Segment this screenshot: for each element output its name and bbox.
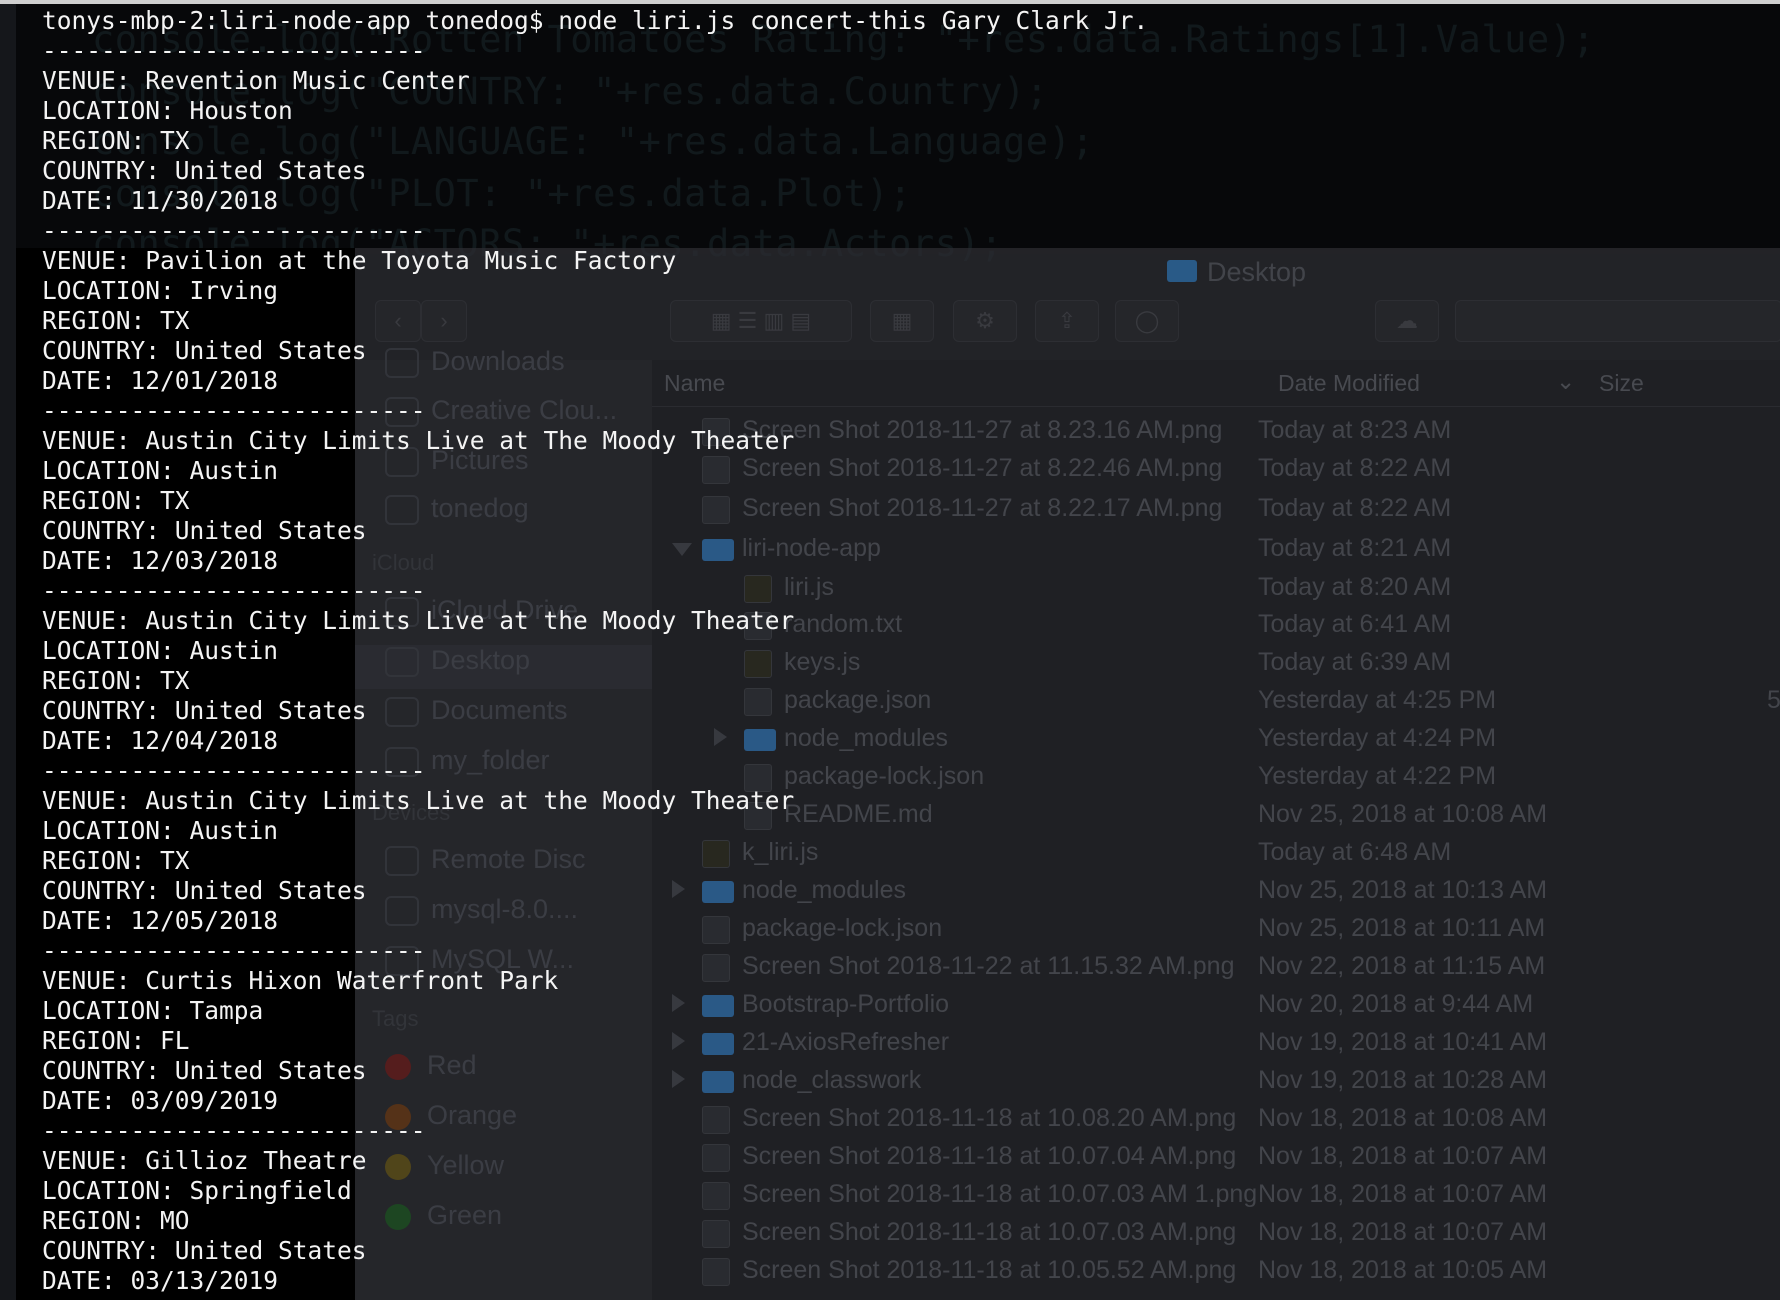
terminal-date-line: DATE: 12/01/2018 <box>42 366 279 395</box>
file-date-modified: Nov 25, 2018 at 10:11 AM <box>1258 914 1546 942</box>
terminal-location-line: LOCATION: Springfield <box>42 1176 352 1205</box>
terminal-venue-line: VENUE: Austin City Limits Live at the Mo… <box>42 786 795 815</box>
file-date-modified: Nov 20, 2018 at 9:44 AM <box>1258 990 1534 1018</box>
file-date-modified: Today at 6:39 AM <box>1258 648 1452 676</box>
file-date-modified: Nov 18, 2018 at 10:07 AM <box>1258 1218 1548 1246</box>
terminal-country-line: COUNTRY: United States <box>42 1236 367 1265</box>
file-date-modified: Nov 19, 2018 at 10:28 AM <box>1258 1066 1548 1094</box>
terminal-location-line: LOCATION: Austin <box>42 456 279 485</box>
terminal-region-line: REGION: TX <box>42 666 190 695</box>
search-field[interactable] <box>1455 300 1780 342</box>
file-date-modified: Nov 22, 2018 at 11:15 AM <box>1258 952 1546 980</box>
terminal-venue-line: VENUE: Revention Music Center <box>42 66 470 95</box>
terminal-separator: -------------------------- <box>42 576 426 605</box>
terminal-location-line: LOCATION: Tampa <box>42 996 264 1025</box>
file-date-modified: Nov 18, 2018 at 10:07 AM <box>1258 1142 1548 1170</box>
file-date-modified: Today at 8:20 AM <box>1258 573 1452 601</box>
file-date-modified: Today at 6:41 AM <box>1258 610 1452 638</box>
terminal-window[interactable]: tonys-mbp-2:liri-node-app tonedog$ node … <box>16 0 1148 1300</box>
terminal-region-line: REGION: TX <box>42 846 190 875</box>
file-date-modified: Yesterday at 4:25 PM <box>1258 686 1497 714</box>
terminal-region-line: REGION: TX <box>42 486 190 515</box>
cloud-icon[interactable]: ☁ <box>1375 300 1439 342</box>
terminal-venue-line: VENUE: Austin City Limits Live at The Mo… <box>42 426 795 455</box>
column-size[interactable]: Size <box>1599 370 1644 397</box>
terminal-venue-line: VENUE: Gillioz Theatre <box>42 1146 367 1175</box>
file-date-modified: Today at 8:21 AM <box>1258 534 1452 562</box>
file-date-modified: Nov 18, 2018 at 10:05 AM <box>1258 1256 1548 1284</box>
terminal-date-line: DATE: 12/05/2018 <box>42 906 279 935</box>
terminal-region-line: REGION: MO <box>42 1206 190 1235</box>
file-date-modified: Today at 8:22 AM <box>1258 494 1452 522</box>
chevron-down-icon[interactable]: ⌄ <box>1556 368 1575 395</box>
terminal-region-line: REGION: FL <box>42 1026 190 1055</box>
terminal-country-line: COUNTRY: United States <box>42 516 367 545</box>
editor-gutter <box>0 0 16 1300</box>
file-date-modified: Nov 19, 2018 at 10:41 AM <box>1258 1028 1548 1056</box>
terminal-separator: -------------------------- <box>42 936 426 965</box>
terminal-country-line: COUNTRY: United States <box>42 876 367 905</box>
file-size: 55 <box>1767 686 1780 714</box>
terminal-country-line: COUNTRY: United States <box>42 696 367 725</box>
file-date-modified: Nov 18, 2018 at 10:07 AM <box>1258 1180 1548 1208</box>
window-title: Desktop <box>1207 257 1307 287</box>
column-date-modified[interactable]: Date Modified <box>1278 370 1420 397</box>
terminal-country-line: COUNTRY: United States <box>42 1056 367 1085</box>
terminal-separator: -------------------------- <box>42 216 426 245</box>
terminal-date-line: DATE: 12/04/2018 <box>42 726 279 755</box>
terminal-date-line: DATE: 11/30/2018 <box>42 186 279 215</box>
terminal-location-line: LOCATION: Houston <box>42 96 293 125</box>
terminal-venue-line: VENUE: Austin City Limits Live at the Mo… <box>42 606 795 635</box>
terminal-venue-line: VENUE: Curtis Hixon Waterfront Park <box>42 966 559 995</box>
terminal-separator: -------------------------- <box>42 1116 426 1145</box>
file-date-modified: Today at 8:23 AM <box>1258 416 1452 444</box>
terminal-date-line: DATE: 03/13/2019 <box>42 1266 279 1295</box>
file-date-modified: Today at 8:22 AM <box>1258 454 1452 482</box>
file-date-modified: Nov 25, 2018 at 10:08 AM <box>1258 800 1548 828</box>
terminal-region-line: REGION: TX <box>42 126 190 155</box>
terminal-date-line: DATE: 12/03/2018 <box>42 546 279 575</box>
folder-icon <box>1167 260 1197 282</box>
terminal-location-line: LOCATION: Irving <box>42 276 279 305</box>
terminal-prompt-line: tonys-mbp-2:liri-node-app tonedog$ node … <box>42 6 1149 35</box>
file-date-modified: Nov 18, 2018 at 10:08 AM <box>1258 1104 1548 1132</box>
file-date-modified: Yesterday at 4:24 PM <box>1258 724 1497 752</box>
file-date-modified: Today at 6:48 AM <box>1258 838 1452 866</box>
terminal-output: tonys-mbp-2:liri-node-app tonedog$ node … <box>42 6 1148 1296</box>
file-date-modified: Nov 25, 2018 at 10:13 AM <box>1258 876 1548 904</box>
terminal-venue-line: VENUE: Pavilion at the Toyota Music Fact… <box>42 246 677 275</box>
terminal-location-line: LOCATION: Austin <box>42 636 279 665</box>
terminal-country-line: COUNTRY: United States <box>42 336 367 365</box>
terminal-separator: -------------------------- <box>42 36 426 65</box>
terminal-location-line: LOCATION: Austin <box>42 816 279 845</box>
terminal-separator: -------------------------- <box>42 756 426 785</box>
terminal-date-line: DATE: 03/09/2019 <box>42 1086 279 1115</box>
file-date-modified: Yesterday at 4:22 PM <box>1258 762 1497 790</box>
terminal-country-line: COUNTRY: United States <box>42 156 367 185</box>
terminal-separator: -------------------------- <box>42 396 426 425</box>
terminal-region-line: REGION: TX <box>42 306 190 335</box>
